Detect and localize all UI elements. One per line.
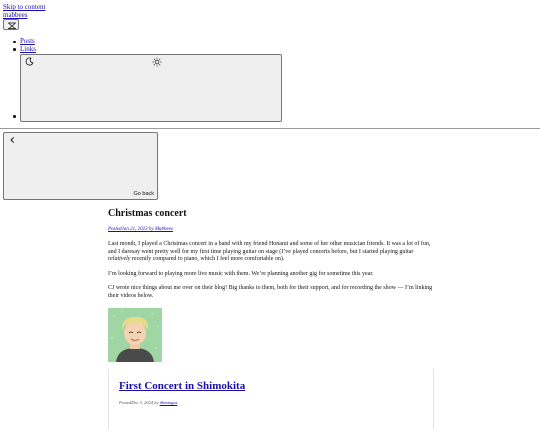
post-meta-prefix: Posted [108,227,122,232]
post-article: Christmas concert PostedJan 21, 2023 by … [108,207,434,429]
post-paragraph-1: Last month, I played a Christmas concert… [108,241,434,264]
theme-toggle-button[interactable] [20,54,282,122]
post-date-link[interactable]: PostedJan 21, 2023 by Mabbees [108,227,173,232]
nav-item-links: Links [12,45,36,54]
hamburger-close-icon [8,22,16,29]
post-paragraph-1-emphasis: relatively [108,256,131,262]
chevron-left-icon [10,137,15,143]
list-bullet [13,40,16,43]
menu-toggle-button[interactable] [3,19,19,30]
header-divider [0,128,540,129]
post-paragraph-1-b: recently compared to piano, which I feel… [130,256,285,262]
list-bullet [13,115,16,118]
main-nav: Posts Links [12,37,36,54]
embed-date: Dec 3, 2024 [131,400,154,405]
post-meta-by: by [147,227,155,232]
nav-link-posts[interactable]: Posts [20,37,35,45]
embed-title-link[interactable]: First Concert in Shimokita [119,379,245,393]
post-title: Christmas concert [108,208,187,219]
embed-meta-prefix: Posted [119,400,132,405]
sun-icon [152,57,162,67]
post-paragraph-1-a: Last month, I played a Christmas concert… [108,241,431,255]
post-date: Jan 21, 2023 [121,227,148,232]
author-avatar-image [108,308,162,362]
post-paragraph-3: CJ wrote nice things about me over on th… [108,285,433,299]
embed-author-link[interactable]: tlbmingus [160,400,178,405]
go-back-button[interactable]: Go back [3,132,158,200]
embed-meta: PostedDec 3, 2024 by tlbmingus [119,400,177,406]
list-bullet [13,48,16,51]
embedded-blog-card: First Concert in Shimokita PostedDec 3, … [108,369,434,429]
post-paragraph-2: I’m looking forward to playing more live… [108,271,374,277]
nav-link-links[interactable]: Links [20,45,36,53]
post-meta: PostedJan 21, 2023 by Mabbees [108,226,434,233]
go-back-label: Go back [133,191,154,197]
post-author: Mabbees [154,227,173,232]
moon-icon [25,57,34,66]
